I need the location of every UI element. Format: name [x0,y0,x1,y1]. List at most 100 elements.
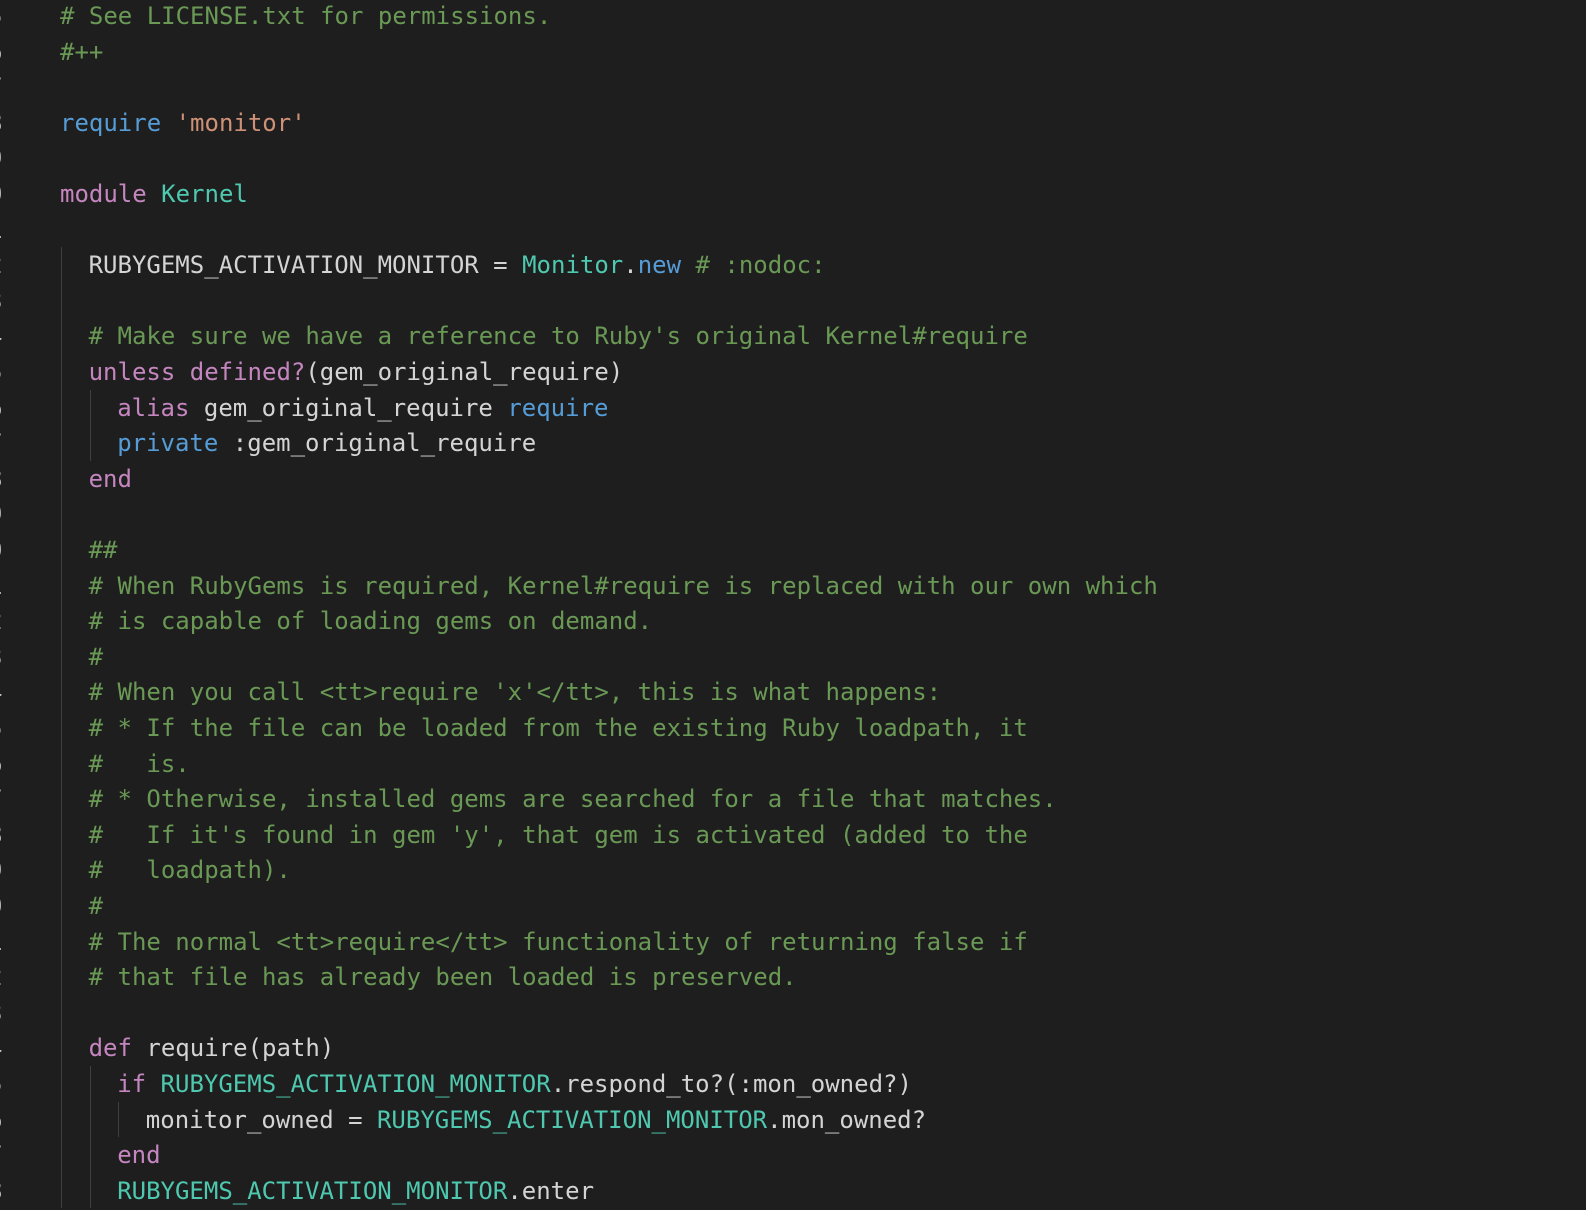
line-number: 6 [0,1102,8,1138]
code-token: # [88,892,104,920]
code-token: = [478,251,523,280]
code-token: alias [117,393,190,422]
code-token: . [623,251,638,280]
code-token: ( [247,1034,263,1063]
code-token: # :nodoc: [681,251,826,280]
code-token: # See LICENSE.txt for permissions. [60,2,552,30]
code-line[interactable]: 8 require 'monitor' [0,105,1586,141]
line-number: 4 [0,1030,8,1066]
code-line[interactable]: 9 [0,496,1586,532]
code-token: 'monitor' [175,108,306,137]
code-editor[interactable]: 5 # See LICENSE.txt for permissions. 6 #++ 7… [0,0,1586,1210]
code-text: # loadpath). [89,852,291,888]
code-text: unless defined?(gem_original_require) [89,354,624,390]
line-number: 5 [0,1066,8,1102]
code-token: # The normal <tt>require</tt> functional… [88,927,1028,956]
code-line[interactable]: 9 # loadpath). [0,852,1586,888]
code-token: gem_original_require [189,393,508,422]
line-number: 8 [0,105,8,141]
code-line[interactable]: 6 # is. [0,746,1586,782]
line-number: 0 [0,176,8,212]
code-token: # * Otherwise, installed gems are search… [88,785,1057,814]
code-line[interactable]: 6 alias gem_original_require require [0,390,1586,426]
code-line[interactable]: 2 RUBYGEMS_ACTIVATION_MONITOR = Monitor.n… [0,247,1586,283]
code-line[interactable]: 4 def require(path) [0,1030,1586,1066]
code-line[interactable]: 1 # The normal <tt>require</tt> functiona… [0,924,1586,960]
line-number: 6 [0,746,8,782]
code-text: # [89,888,103,924]
code-token: (gem_original_require) [305,358,624,386]
code-token: require [60,108,162,137]
code-line[interactable]: 2 # is capable of loading gems on demand. [0,603,1586,639]
code-text: require 'monitor' [60,105,306,141]
line-number: 2 [0,603,8,639]
line-number: 4 [0,318,8,354]
code-token: end [88,464,132,493]
code-token: # * If the file can be loaded from the e… [88,714,1028,742]
code-token: RUBYGEMS_ACTIVATION_MONITOR [117,1176,508,1205]
code-token: path [262,1034,320,1063]
code-text: def require(path) [89,1030,335,1066]
code-line[interactable]: 3 [0,995,1586,1031]
line-number: 8 [0,461,8,497]
code-token: # Make sure we have a reference to Ruby'… [88,322,1028,351]
code-text: # When you call <tt>require 'x'</tt>, th… [89,674,942,710]
code-line[interactable]: 0 module Kernel [0,176,1586,212]
line-number: 7 [0,1137,8,1173]
code-line[interactable]: 7 private :gem_original_require [0,425,1586,461]
line-number: 8 [0,817,8,853]
code-line[interactable]: 0# [0,888,1586,924]
code-line[interactable]: 3# [0,639,1586,675]
code-line[interactable]: 5 # See LICENSE.txt for permissions. [0,0,1586,34]
code-line[interactable]: 8 RUBYGEMS_ACTIVATION_MONITOR.enter [0,1173,1586,1209]
code-token: # If it's found in gem 'y', that gem is … [88,820,1028,849]
code-line[interactable]: 0 ## [0,532,1586,568]
code-line[interactable]: 5 unless defined?(gem_original_require) [0,354,1586,390]
code-token: ## [88,536,118,564]
code-text: # * Otherwise, installed gems are search… [89,781,1057,817]
code-token: # When you call <tt>require 'x'</tt>, th… [88,678,942,707]
code-token: RUBYGEMS_ACTIVATION_MONITOR [376,1105,768,1134]
code-line[interactable]: 1 [0,212,1586,248]
code-line[interactable]: 7 [0,69,1586,105]
line-number: 3 [0,995,8,1031]
code-line[interactable]: 4 # Make sure we have a reference to Ruby… [0,318,1586,354]
code-line[interactable]: 8 end [0,461,1586,497]
code-text: end [117,1137,160,1173]
code-token: private [117,429,219,458]
code-text: # [89,639,103,675]
line-number: 7 [0,425,8,461]
code-line[interactable]: 3 [0,283,1586,319]
line-number: 1 [0,568,8,604]
code-token: # [88,642,104,671]
line-number: 7 [0,781,8,817]
code-line[interactable]: 6 #++ [0,34,1586,70]
code-text: private :gem_original_require [117,425,536,461]
code-line[interactable]: 7 # * Otherwise, installed gems are searc… [0,781,1586,817]
code-token: RUBYGEMS_ACTIVATION_MONITOR [88,251,479,280]
code-token: .respond_to?(:mon_owned?) [550,1070,912,1098]
code-token: Monitor [522,251,624,280]
code-line[interactable]: 7 end [0,1137,1586,1173]
code-text: if RUBYGEMS_ACTIVATION_MONITOR.respond_t… [117,1066,912,1102]
code-line[interactable]: 4 # When you call <tt>require 'x'</tt>, t… [0,674,1586,710]
code-line[interactable]: 5 # * If the file can be loaded from the … [0,710,1586,746]
line-number: 1 [0,212,8,248]
code-line[interactable]: 2 # that file has already been loaded is … [0,959,1586,995]
code-text: # is. [89,746,190,782]
line-number: 4 [0,674,8,710]
code-token: new [637,251,682,280]
code-line[interactable]: 5 if RUBYGEMS_ACTIVATION_MONITOR.respond_… [0,1066,1586,1102]
code-token: defined? [189,358,306,386]
code-token: # is capable of loading gems on demand. [88,607,653,636]
code-line[interactable]: 6 monitor_owned = RUBYGEMS_ACTIVATION_MON… [0,1102,1586,1138]
code-token: require [507,393,609,422]
code-line[interactable]: 1 # When RubyGems is required, Kernel#req… [0,568,1586,604]
code-text: # If it's found in gem 'y', that gem is … [89,817,1028,853]
code-token: monitor_owned = [145,1105,377,1134]
code-line[interactable]: 8 # If it's found in gem 'y', that gem is… [0,817,1586,853]
code-line[interactable]: 9 [0,140,1586,176]
code-token: :gem_original_require [218,429,537,458]
